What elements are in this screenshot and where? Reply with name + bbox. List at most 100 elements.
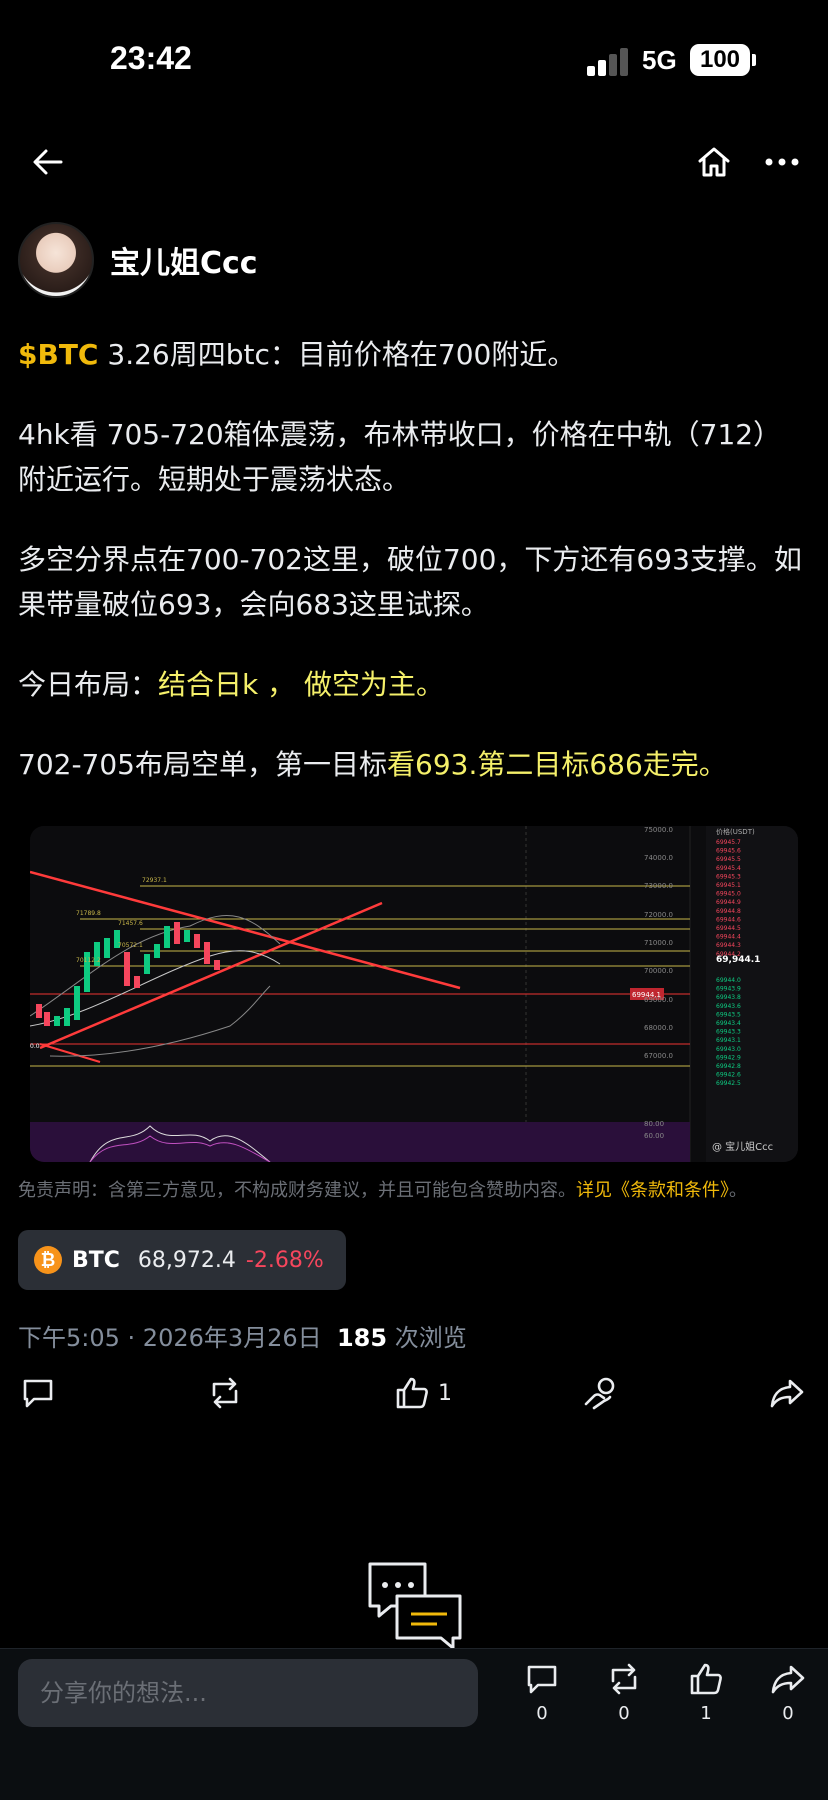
- post-paragraph-2: 4hk看 705-720箱体震荡，布林带收口，价格在中轨（712）附近运行。短期…: [18, 418, 782, 496]
- bottom-bar: 0 0 1 0: [0, 1648, 828, 1800]
- thumbs-up-icon: [396, 1377, 428, 1409]
- orderbook-row: 69942.6: [716, 1072, 741, 1079]
- orderbook-row: 69945.3: [716, 873, 741, 880]
- battery-tip: [752, 54, 756, 66]
- bottom-share-button[interactable]: 0: [758, 1661, 818, 1751]
- orderbook-row: 69944.0: [716, 977, 741, 984]
- orderbook-row: 69943.9: [716, 986, 741, 993]
- views-count: 185: [336, 1324, 388, 1352]
- home-icon: [698, 147, 730, 177]
- post-p5-highlight: 看693.第二目标686走完。: [387, 748, 727, 781]
- y-tick: 69000.0: [644, 996, 673, 1004]
- comment-count: 0: [536, 1703, 548, 1724]
- orderbook-row: 69943.3: [716, 1029, 741, 1036]
- more-button[interactable]: [758, 138, 806, 186]
- post-paragraph-1: $BTC 3.26周四btc：目前价格在700附近。: [18, 332, 808, 377]
- bottom-comment-button[interactable]: 0: [512, 1661, 572, 1751]
- author-row[interactable]: 宝儿姐Ccc: [18, 222, 258, 298]
- arrow-left-icon: [33, 149, 63, 175]
- tip-button[interactable]: [582, 1370, 620, 1416]
- like-count: 1: [438, 1380, 452, 1406]
- share-icon: [771, 1665, 805, 1694]
- back-button[interactable]: [24, 138, 72, 186]
- post-paragraph-3: 多空分界点在700-702这里，破位700，下方还有693支撑。如果带量破位69…: [18, 543, 802, 621]
- home-button[interactable]: [690, 138, 738, 186]
- disclaimer: 免责声明：含第三方意见，不构成财务建议，并且可能包含赞助内容。详见《条款和条件》…: [18, 1176, 818, 1202]
- top-nav: [0, 130, 828, 190]
- y-tick: 71000.0: [644, 939, 673, 947]
- coin-symbol: BTC: [72, 1247, 120, 1273]
- orderbook-row: 69944.5: [716, 925, 741, 932]
- like-button[interactable]: 1: [394, 1370, 452, 1416]
- terms-link[interactable]: 详见《条款和条件》: [576, 1180, 729, 1201]
- post-body: $BTC 3.26周四btc：目前价格在700附近。 4hk看 705-720箱…: [18, 332, 808, 822]
- orderbook-row: 69943.5: [716, 1011, 741, 1018]
- bitcoin-icon: ₿: [34, 1246, 62, 1274]
- comment-input[interactable]: [18, 1659, 478, 1727]
- bottom-repost-button[interactable]: 0: [594, 1661, 654, 1751]
- avatar[interactable]: [18, 222, 94, 298]
- chat-bubbles-icon: [368, 1562, 462, 1650]
- signal-icon: [587, 46, 631, 76]
- views-label: 次浏览: [387, 1324, 467, 1352]
- post-date: 2026年3月26日: [142, 1324, 322, 1352]
- coin-ticker-card[interactable]: ₿ BTC 68,972.4 -2.68%: [18, 1230, 346, 1290]
- thumbs-up-icon: [690, 1663, 722, 1695]
- chart-svg: 69944.1 75000.0 74000.0 73000.0 72000.0 …: [30, 826, 798, 1162]
- orderbook-row: 69944.6: [716, 916, 741, 923]
- cashtag-link[interactable]: $BTC: [18, 338, 98, 371]
- y-tick: 67000.0: [644, 1052, 673, 1060]
- repost-button[interactable]: [206, 1370, 244, 1416]
- orderbook-row: 69945.1: [716, 882, 741, 889]
- bottom-like-button[interactable]: 1: [676, 1661, 736, 1751]
- orderbook-row: 69943.4: [716, 1020, 741, 1027]
- meta-separator: ·: [119, 1324, 143, 1352]
- orderbook-row: 69944.9: [716, 899, 741, 906]
- share-button[interactable]: [768, 1370, 806, 1416]
- rsi-tick: 60.00: [644, 1132, 664, 1140]
- y-tick: 75000.0: [644, 826, 673, 834]
- status-time: 23:42: [110, 40, 192, 76]
- orderbook-row: 69944.3: [716, 942, 741, 949]
- disclaimer-text: 免责声明：含第三方意见，不构成财务建议，并且可能包含赞助内容。: [18, 1180, 576, 1201]
- comments-empty-icon: [365, 1560, 465, 1650]
- orderbook-current-price: 69,944.1: [716, 955, 760, 965]
- orderbook-asks: 69945.7 69945.669945.5 69945.469945.3 69945…: [716, 839, 741, 958]
- hand-coin-icon: [584, 1377, 615, 1410]
- orderbook-row: 69942.9: [716, 1054, 741, 1061]
- comment-icon: [527, 1665, 557, 1694]
- share-icon: [770, 1379, 804, 1408]
- rsi-tick: 80.00: [644, 1120, 664, 1128]
- orderbook-row: 69943.6: [716, 1003, 741, 1010]
- level-label: 72937.1: [142, 877, 167, 884]
- orderbook-row: 69945.6: [716, 848, 741, 855]
- network-label: 5G: [642, 45, 677, 75]
- chart-watermark: @ 宝儿姐Ccc: [712, 1140, 773, 1153]
- status-bar: 23:42 5G 100: [0, 0, 828, 120]
- orderbook-bids: 69944.0 69943.969943.8 69943.669943.5 69943…: [716, 977, 741, 1087]
- post-paragraph-5: 702-705布局空单，第一目标看693.第二目标686走完。: [18, 742, 808, 787]
- repost-count: 0: [618, 1703, 630, 1724]
- orderbook-row: 69945.4: [716, 865, 741, 872]
- repost-icon: [611, 1663, 637, 1695]
- repost-icon: [212, 1377, 238, 1409]
- y-tick: 73000.0: [644, 882, 673, 890]
- orderbook-row: 69942.8: [716, 1063, 741, 1070]
- y-tick: 74000.0: [644, 854, 673, 862]
- more-dots-icon: [765, 158, 799, 166]
- orderbook-row: 69942.5: [716, 1080, 741, 1087]
- author-name[interactable]: 宝儿姐Ccc: [110, 238, 258, 282]
- y-tick: 68000.0: [644, 1024, 673, 1032]
- y-tick: 70000.0: [644, 967, 673, 975]
- orderbook-row: 69943.8: [716, 994, 741, 1001]
- share-count: 0: [782, 1703, 794, 1724]
- post-p4-highlight: 结合日k ， 做空为主。: [158, 668, 445, 701]
- comment-button[interactable]: [20, 1370, 56, 1416]
- level-label: 71789.8: [76, 910, 101, 917]
- post-paragraph-4: 今日布局：结合日k ， 做空为主。: [18, 662, 808, 707]
- coin-change: -2.68%: [245, 1247, 324, 1273]
- orderbook-row: 69944.8: [716, 908, 741, 915]
- like-count: 1: [700, 1703, 712, 1724]
- coin-price: 68,972.4: [137, 1247, 236, 1273]
- chart-image[interactable]: 69944.1 75000.0 74000.0 73000.0 72000.0 …: [30, 826, 798, 1162]
